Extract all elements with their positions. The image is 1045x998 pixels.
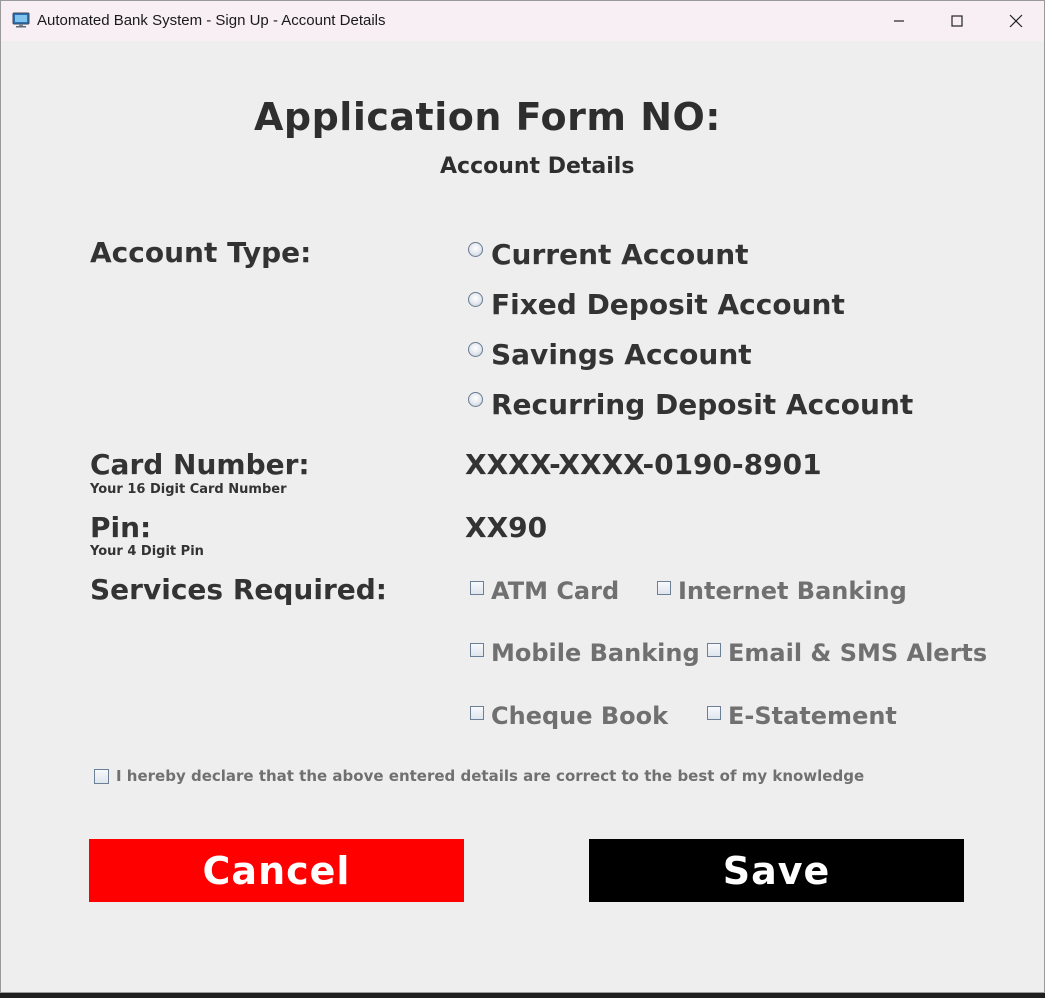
checkbox[interactable] bbox=[470, 643, 484, 657]
radio-label: Current Account bbox=[491, 237, 749, 271]
checkbox-cheque-book[interactable]: Cheque Book bbox=[470, 700, 668, 732]
maximize-icon bbox=[951, 15, 963, 27]
computer-monitor-icon bbox=[12, 12, 30, 28]
radio-savings-account[interactable]: Savings Account bbox=[468, 336, 752, 372]
minimize-button[interactable] bbox=[870, 1, 928, 41]
declaration-checkbox-row[interactable]: I hereby declare that the above entered … bbox=[94, 767, 864, 785]
checkbox-atm-card[interactable]: ATM Card bbox=[470, 575, 619, 607]
card-number-value: XXXX-XXXX-0190-8901 bbox=[465, 448, 822, 481]
checkbox-mobile-banking[interactable]: Mobile Banking bbox=[470, 637, 700, 669]
title-bar[interactable]: Automated Bank System - Sign Up - Accoun… bbox=[1, 1, 1044, 41]
pin-hint: Your 4 Digit Pin bbox=[90, 544, 204, 559]
radio-current-account[interactable]: Current Account bbox=[468, 236, 749, 272]
card-number-hint: Your 16 Digit Card Number bbox=[90, 482, 287, 497]
checkbox-label: E-Statement bbox=[728, 702, 897, 730]
checkbox[interactable] bbox=[707, 643, 721, 657]
checkbox-label: Email & SMS Alerts bbox=[728, 639, 988, 667]
close-button[interactable] bbox=[987, 1, 1044, 41]
pin-value: XX90 bbox=[465, 511, 548, 544]
radio-label: Savings Account bbox=[491, 337, 752, 371]
radio-button[interactable] bbox=[468, 341, 483, 357]
declaration-label: I hereby declare that the above entered … bbox=[116, 767, 865, 785]
checkbox-label: Cheque Book bbox=[491, 702, 669, 730]
declaration-checkbox[interactable] bbox=[94, 768, 109, 784]
radio-button[interactable] bbox=[468, 241, 483, 257]
radio-label: Recurring Deposit Account bbox=[491, 387, 914, 421]
card-number-label: Card Number: bbox=[90, 448, 310, 481]
minimize-icon bbox=[894, 20, 904, 22]
radio-button[interactable] bbox=[468, 391, 483, 407]
checkbox[interactable] bbox=[470, 581, 484, 595]
radio-label: Fixed Deposit Account bbox=[491, 287, 845, 321]
maximize-button[interactable] bbox=[928, 1, 986, 41]
radio-button[interactable] bbox=[468, 291, 483, 307]
cancel-button[interactable]: Cancel bbox=[89, 839, 464, 902]
form-title: Application Form NO: bbox=[254, 95, 722, 139]
app-window: Automated Bank System - Sign Up - Accoun… bbox=[0, 0, 1045, 993]
checkbox-internet-banking[interactable]: Internet Banking bbox=[657, 575, 907, 607]
window-title: Automated Bank System - Sign Up - Accoun… bbox=[37, 12, 386, 29]
radio-recurring-deposit-account[interactable]: Recurring Deposit Account bbox=[468, 386, 913, 422]
save-button[interactable]: Save bbox=[589, 839, 964, 902]
form-content: Application Form NO: Account Details Acc… bbox=[1, 41, 1044, 992]
checkbox[interactable] bbox=[657, 581, 671, 595]
checkbox-label: ATM Card bbox=[491, 577, 620, 605]
close-icon bbox=[1009, 14, 1023, 28]
checkbox[interactable] bbox=[707, 706, 721, 720]
checkbox[interactable] bbox=[470, 706, 484, 720]
services-label: Services Required: bbox=[90, 573, 387, 606]
pin-label: Pin: bbox=[90, 511, 152, 544]
checkbox-label: Internet Banking bbox=[678, 577, 907, 605]
account-type-label: Account Type: bbox=[90, 236, 312, 269]
checkbox-label: Mobile Banking bbox=[491, 639, 700, 667]
checkbox-e-statement[interactable]: E-Statement bbox=[707, 700, 897, 732]
radio-fixed-deposit-account[interactable]: Fixed Deposit Account bbox=[468, 286, 845, 322]
checkbox-email-sms-alerts[interactable]: Email & SMS Alerts bbox=[707, 637, 987, 669]
form-subtitle: Account Details bbox=[440, 154, 635, 179]
